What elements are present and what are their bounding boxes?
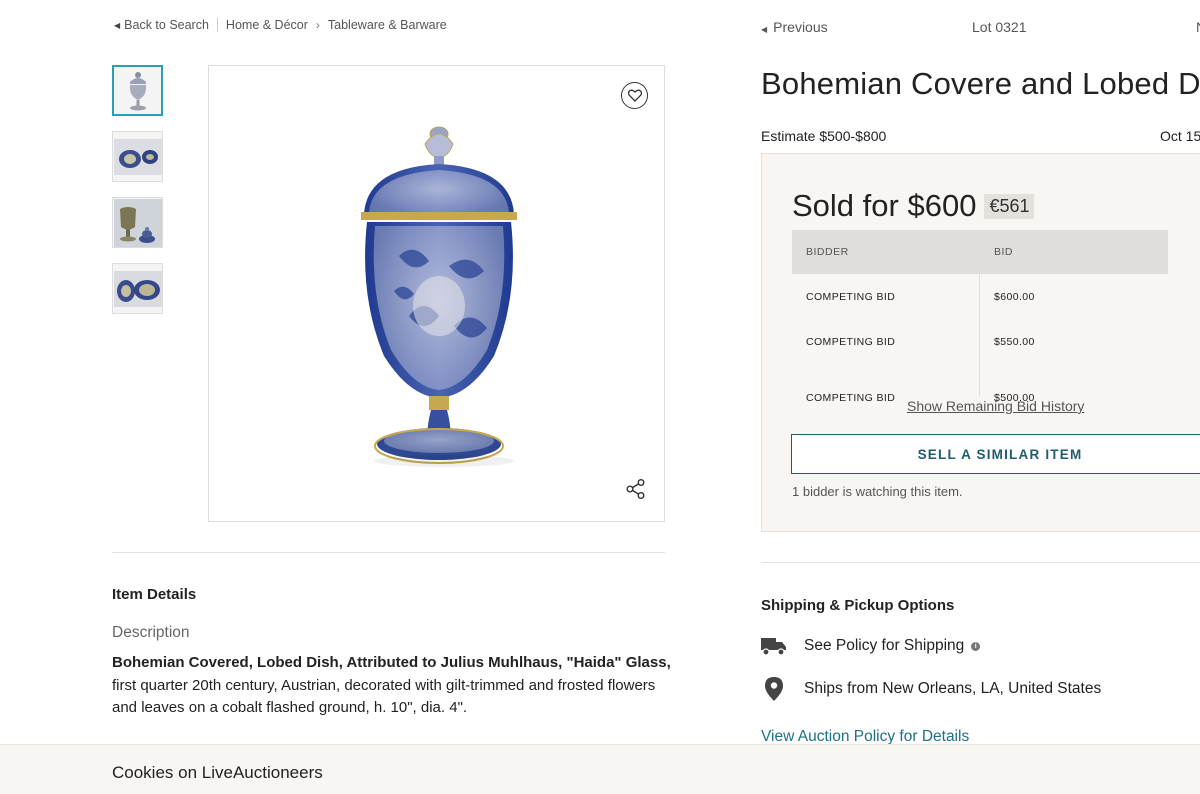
bidder-cell: COMPETING BID (806, 290, 896, 303)
favorite-heart-button[interactable] (621, 82, 648, 109)
dish-thumbnail-image (113, 270, 162, 307)
bid-cell: $550.00 (994, 335, 1035, 348)
table-row: COMPETING BID $600.00 (792, 274, 1168, 319)
shipping-policy-row: See Policy for Shipping i (761, 634, 981, 658)
bid-column-header: BID (994, 246, 1014, 258)
share-button[interactable] (625, 478, 647, 500)
section-divider (761, 562, 1200, 563)
dish-thumbnail-image (113, 138, 162, 175)
thumbnail-3[interactable] (112, 197, 163, 248)
thumbnail-2[interactable] (112, 131, 163, 182)
dish-thumbnail-image (113, 198, 162, 247)
breadcrumb-tableware[interactable]: Tableware & Barware (328, 18, 447, 32)
chevron-right-icon: › (315, 18, 320, 32)
thumbnail-4[interactable] (112, 263, 163, 314)
estimate: Estimate $500-$800 (761, 128, 887, 144)
description-text: Bohemian Covered, Lobed Dish, Attributed… (112, 652, 672, 720)
description-label: Description (112, 624, 190, 641)
item-details-heading: Item Details (112, 586, 197, 603)
bidder-column-header: BIDDER (806, 246, 849, 258)
sell-similar-item-button[interactable]: SELL A SIMILAR ITEM (791, 434, 1200, 474)
bid-table-header: BIDDER BID (792, 230, 1168, 274)
heart-icon (627, 89, 642, 102)
description-body: first quarter 20th century, Austrian, de… (112, 676, 656, 717)
bid-table-column-divider (979, 274, 980, 396)
info-icon[interactable]: i (971, 641, 981, 651)
ships-from-text: Ships from New Orleans, LA, United State… (804, 680, 1102, 697)
thumbnail-1[interactable] (112, 65, 163, 116)
sold-price: Sold for $600 €561 (792, 188, 1035, 224)
covered-dish-image (361, 126, 517, 467)
bid-cell: $600.00 (994, 290, 1035, 303)
breadcrumb-divider (216, 18, 218, 32)
vase-thumbnail-image (129, 71, 146, 110)
previous-lot-link[interactable]: ◀ Previous (761, 19, 828, 35)
cookie-banner-text: Cookies on LiveAuctioneers (112, 763, 323, 782)
item-title: Bohemian Covere and Lobed Dish (761, 66, 1200, 101)
next-lot-link[interactable]: N (1196, 19, 1200, 35)
truck-icon (761, 634, 787, 658)
back-to-search-link[interactable]: ◀ Back to Search (114, 18, 209, 32)
section-divider (112, 552, 665, 553)
breadcrumb-home-decor[interactable]: Home & Décor (226, 18, 308, 32)
show-bid-history-link[interactable]: Show Remaining Bid History (907, 398, 1084, 414)
bid-history-table: BIDDER BID COMPETING BID $600.00 COMPETI… (792, 230, 1168, 406)
shipping-heading: Shipping & Pickup Options (761, 597, 955, 614)
ships-from-row: Ships from New Orleans, LA, United State… (761, 677, 1101, 701)
caret-left-icon: ◀ (761, 25, 768, 34)
table-row: COMPETING BID $550.00 (792, 319, 1168, 364)
cookie-banner: Cookies on LiveAuctioneers (0, 744, 1200, 794)
bidder-cell: COMPETING BID (806, 335, 896, 348)
watchers-text: 1 bidder is watching this item. (792, 484, 963, 499)
main-image-viewer[interactable] (208, 65, 665, 522)
shipping-policy-text[interactable]: See Policy for Shipping (804, 637, 964, 655)
caret-left-icon: ◀ (114, 20, 121, 30)
auction-date: Oct 15 (1160, 128, 1200, 144)
breadcrumb: ◀ Back to Search Home & Décor › Tablewar… (114, 18, 447, 32)
share-icon (626, 479, 645, 499)
location-pin-icon (761, 677, 787, 701)
sold-price-eur: €561 (984, 193, 1035, 219)
sold-price-usd: $600 (907, 188, 977, 223)
description-title: Bohemian Covered, Lobed Dish, Attributed… (112, 654, 671, 671)
lot-number: Lot 0321 (972, 19, 1027, 35)
